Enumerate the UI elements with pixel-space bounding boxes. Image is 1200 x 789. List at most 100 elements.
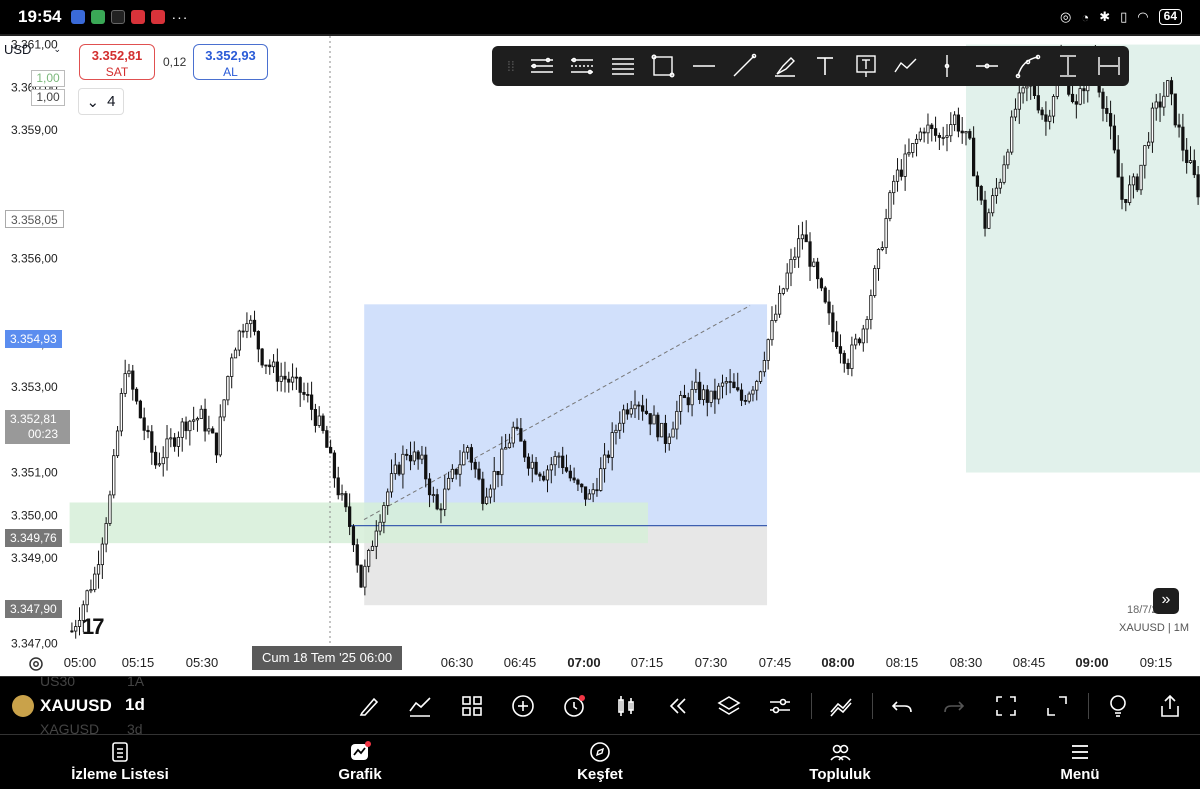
chart-area[interactable]: 3.361,003.360,003.359,003.357,003.356,00…: [0, 34, 1200, 676]
candle-body: [515, 426, 519, 429]
nav-menu[interactable]: Menü: [960, 735, 1200, 789]
indicator-count: 4: [107, 93, 116, 110]
candle-body: [275, 361, 279, 382]
path-icon[interactable]: [886, 46, 926, 86]
buy-button[interactable]: 3.352,93 AL: [193, 44, 268, 80]
lot-size-input[interactable]: 1,00: [31, 70, 65, 87]
drag-handle-icon[interactable]: ⁞⁞: [500, 58, 522, 74]
cross-line-icon[interactable]: [967, 46, 1007, 86]
candle-body: [808, 241, 812, 267]
price-range-icon[interactable]: [1048, 46, 1088, 86]
candle-body: [150, 431, 154, 453]
candle-body: [1124, 199, 1128, 203]
candle-body: [161, 457, 165, 465]
symbol-selector[interactable]: XAUUSD: [12, 695, 112, 717]
candle-body: [926, 124, 930, 134]
more-notifications: ···: [171, 9, 189, 25]
lot-size-input[interactable]: 1,00: [31, 89, 65, 106]
candle-body: [606, 454, 610, 458]
text-icon[interactable]: [805, 46, 845, 86]
candle-body: [1108, 113, 1113, 127]
candle-body: [983, 199, 987, 229]
candles-icon[interactable]: [613, 693, 639, 719]
candle-body: [519, 428, 523, 442]
nav-community[interactable]: Topluluk: [720, 735, 960, 789]
pitchfork-icon[interactable]: [522, 46, 562, 86]
undo-icon[interactable]: [889, 693, 915, 719]
interval-selector[interactable]: 1d: [125, 695, 145, 715]
candle-body: [793, 256, 797, 260]
x-axis-tick-label: 05:00: [64, 655, 97, 670]
candle-body: [1021, 87, 1025, 94]
candle-body: [526, 456, 531, 469]
candle-body: [241, 330, 245, 333]
indicators-icon[interactable]: [407, 693, 433, 719]
fullscreen-icon[interactable]: [1044, 693, 1070, 719]
alert-price-tag[interactable]: 3.358,05: [5, 210, 64, 228]
parallel-channel-icon[interactable]: [562, 46, 602, 86]
horizontal-ray-icon[interactable]: [684, 46, 724, 86]
candle-body: [972, 137, 976, 177]
candle-body: [1017, 92, 1021, 110]
nav-label: Keşfet: [577, 766, 623, 783]
brush-icon[interactable]: [765, 46, 805, 86]
scroll-to-realtime-button[interactable]: »: [1153, 588, 1179, 614]
battery-indicator: 64: [1158, 9, 1182, 25]
date-range-icon[interactable]: [1089, 46, 1129, 86]
pencil-icon[interactable]: [357, 693, 383, 719]
redo-icon[interactable]: [941, 693, 967, 719]
candle-body: [633, 404, 637, 410]
candle-body: [344, 493, 348, 508]
curve-icon[interactable]: [1008, 46, 1048, 86]
screenshot-icon[interactable]: [993, 693, 1019, 719]
share-icon[interactable]: [1157, 693, 1183, 719]
price-chart[interactable]: 3.361,003.360,003.359,003.357,003.356,00…: [0, 36, 1200, 676]
currency-selector[interactable]: USD ⌄: [4, 42, 61, 57]
replay-icon[interactable]: [664, 693, 690, 719]
settings-sliders-icon[interactable]: [767, 693, 793, 719]
layers-icon[interactable]: [716, 693, 742, 719]
candle-body: [618, 422, 622, 431]
vertical-line-icon[interactable]: [927, 46, 967, 86]
drawing-tools-icon[interactable]: [828, 693, 854, 719]
candle-body: [439, 508, 443, 511]
rectangle-icon[interactable]: [643, 46, 683, 86]
chart-settings-icon[interactable]: [27, 655, 45, 673]
trend-line-icon[interactable]: [724, 46, 764, 86]
candle-body: [816, 261, 820, 280]
chevron-down-icon: ⌄: [53, 44, 61, 54]
nav-chart[interactable]: Grafik: [240, 735, 480, 789]
candle-body: [591, 489, 595, 495]
add-icon[interactable]: [510, 693, 536, 719]
nav-explore[interactable]: Keşfet: [480, 735, 720, 789]
candle-body: [717, 385, 721, 400]
candle-body: [865, 319, 869, 330]
candle-body: [549, 464, 553, 471]
ideas-lightbulb-icon[interactable]: [1105, 693, 1131, 719]
candle-body: [370, 545, 375, 551]
candle-body: [648, 413, 652, 425]
horizontal-lines-icon[interactable]: [603, 46, 643, 86]
candle-body: [1166, 80, 1170, 97]
candle-body: [755, 381, 759, 391]
candle-body: [587, 493, 591, 500]
candle-body: [89, 589, 93, 592]
candle-body: [153, 451, 158, 466]
candle-body: [386, 491, 390, 506]
candle-body: [949, 124, 953, 137]
sell-button[interactable]: 3.352,81 SAT: [79, 44, 155, 80]
indicators-toggle[interactable]: ⌄ 4: [78, 88, 124, 115]
candle-body: [1185, 149, 1189, 163]
nav-watchlist[interactable]: İzleme Listesi: [0, 735, 240, 789]
text-box-icon[interactable]: [846, 46, 886, 86]
candle-body: [667, 436, 671, 444]
y-axis-tick-label: 3.349,00: [11, 551, 58, 565]
candle-body: [1188, 160, 1193, 163]
layout-grid-icon[interactable]: [459, 693, 485, 719]
tradingview-logo: 17: [82, 614, 105, 639]
candle-body: [656, 414, 660, 438]
candle-body: [363, 565, 367, 588]
bottom-navigation: İzleme Listesi Grafik Keşfet Topluluk Me…: [0, 734, 1200, 789]
alarm-icon[interactable]: [561, 693, 587, 719]
candle-body: [892, 180, 896, 194]
